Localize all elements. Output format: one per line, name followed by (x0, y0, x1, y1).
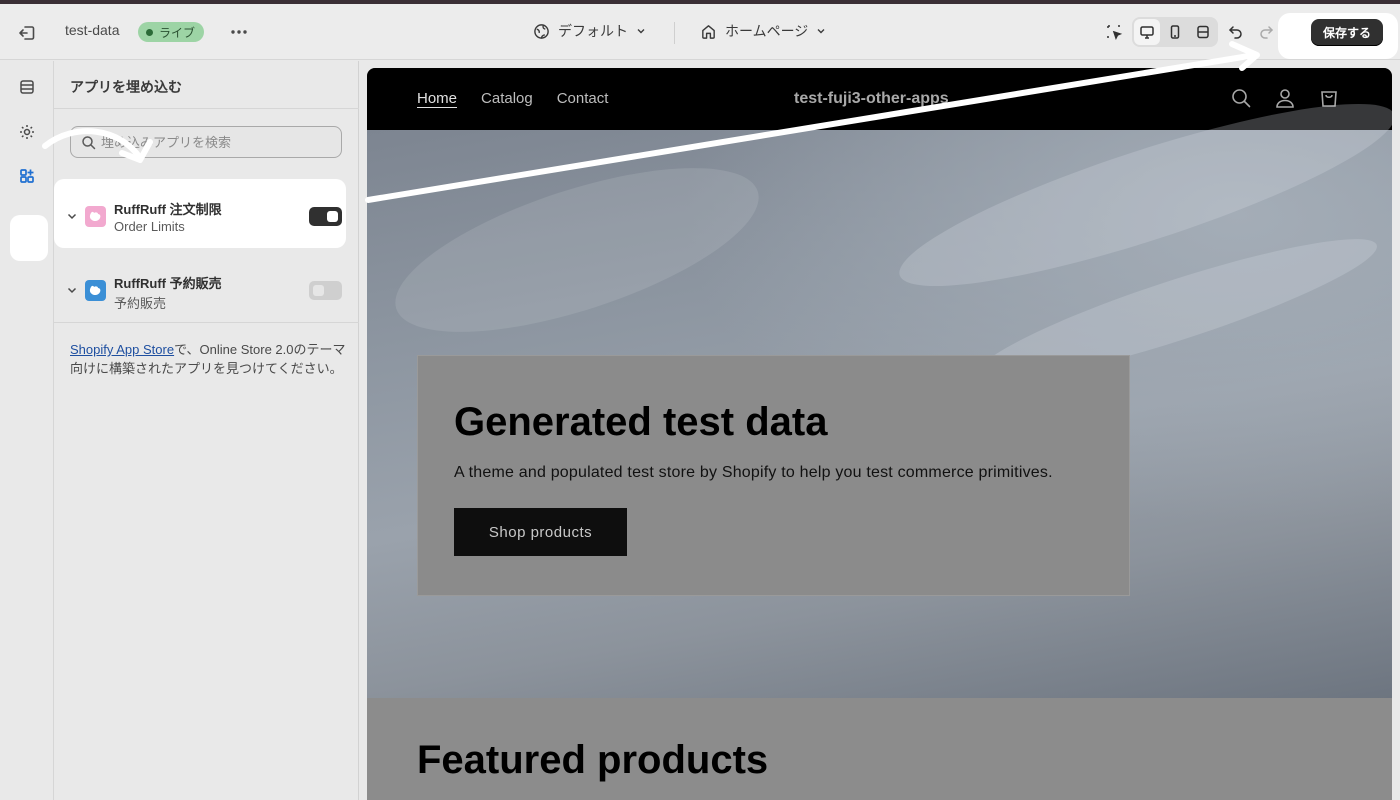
hero-banner: Generated test data A theme and populate… (367, 71, 1392, 698)
nav-contact[interactable]: Contact (557, 90, 609, 107)
more-actions-icon[interactable] (228, 21, 250, 43)
store-nav: Home Catalog Contact (417, 90, 608, 107)
order-limits-logo-icon (85, 206, 106, 227)
store-brand[interactable]: test-fuji3-other-apps (794, 90, 949, 108)
preorder-logo-icon (85, 280, 106, 301)
exit-icon[interactable] (16, 22, 38, 44)
chevron-down-icon (817, 29, 825, 34)
app-embeds-icon[interactable] (16, 165, 38, 187)
redo-icon[interactable] (1254, 18, 1278, 46)
hero-description: A theme and populated test store by Shop… (454, 464, 1053, 481)
search-icon (81, 135, 96, 150)
page-selector[interactable]: ホームページ (700, 21, 826, 41)
inspector-icon[interactable] (1102, 18, 1126, 46)
hero-cloud (377, 134, 777, 366)
storefront-preview: Home Catalog Contact test-fuji3-other-ap… (367, 68, 1392, 800)
hero-text-card: Generated test data A theme and populate… (417, 355, 1130, 596)
left-rail (0, 61, 54, 800)
account-icon[interactable] (1274, 87, 1296, 109)
store-name: test-data (65, 22, 120, 38)
mobile-view-icon[interactable] (1162, 19, 1188, 45)
app-store-note: Shopify App Storeで、Online Store 2.0のテーマ向… (70, 340, 346, 378)
app-item-order-limits[interactable]: RuffRuff 注文制限 Order Limits (54, 184, 359, 244)
nav-catalog[interactable]: Catalog (481, 90, 533, 107)
device-toggle-group (1132, 17, 1218, 47)
home-icon (702, 24, 715, 39)
save-button[interactable]: 保存する (1311, 19, 1383, 46)
fullscreen-view-icon[interactable] (1190, 19, 1216, 45)
live-dot-icon (146, 28, 153, 36)
rail-active-highlight (10, 215, 48, 261)
featured-products-title: Featured products (417, 738, 769, 782)
featured-products-section: Featured products (367, 698, 1392, 800)
topbar-divider (674, 22, 675, 44)
undo-icon[interactable] (1224, 18, 1248, 46)
hero-title: Generated test data (454, 400, 828, 444)
panel-divider (54, 108, 359, 109)
theme-selector[interactable]: デフォルト (533, 21, 646, 41)
search-icon[interactable] (1230, 87, 1252, 109)
app-search-input[interactable] (101, 132, 331, 152)
sections-icon[interactable] (16, 76, 38, 98)
live-status-label: ライブ (159, 25, 196, 40)
store-header: Home Catalog Contact test-fuji3-other-ap… (367, 68, 1392, 130)
app-subtitle: Order Limits (114, 219, 185, 234)
app-embeds-panel: アプリを埋め込む RuffRuff 注文制限 Order Limits Ruff… (54, 61, 359, 800)
desktop-view-icon[interactable] (1134, 19, 1160, 45)
editor-topbar: test-data ライブ デフォルト ホームページ (0, 4, 1400, 60)
theme-selector-label: デフォルト (558, 23, 628, 39)
toggle-knob (313, 285, 324, 296)
app-toggle-preorder[interactable] (309, 281, 342, 300)
panel-title: アプリを埋め込む (70, 79, 182, 95)
app-name: RuffRuff 予約販売 (114, 276, 222, 291)
page-selector-label: ホームページ (725, 23, 809, 39)
chevron-down-icon[interactable] (66, 210, 78, 222)
shopify-app-store-link[interactable]: Shopify App Store (70, 342, 174, 357)
app-item-preorder[interactable]: RuffRuff 予約販売 予約販売 (54, 258, 359, 318)
chevron-down-icon[interactable] (66, 284, 78, 296)
panel-divider (54, 322, 359, 323)
chevron-down-icon (637, 29, 645, 34)
theme-settings-gear-icon[interactable] (16, 121, 38, 143)
preview-tools (1102, 17, 1278, 47)
shop-products-button[interactable]: Shop products (454, 508, 627, 556)
app-toggle-order-limits[interactable] (309, 207, 342, 226)
live-status-badge: ライブ (138, 22, 205, 42)
app-subtitle: 予約販売 (114, 296, 167, 311)
nav-home[interactable]: Home (417, 90, 457, 107)
globe-icon (534, 23, 549, 39)
app-search-box[interactable] (70, 126, 342, 158)
app-name: RuffRuff 注文制限 (114, 202, 222, 217)
toggle-knob (327, 211, 338, 222)
